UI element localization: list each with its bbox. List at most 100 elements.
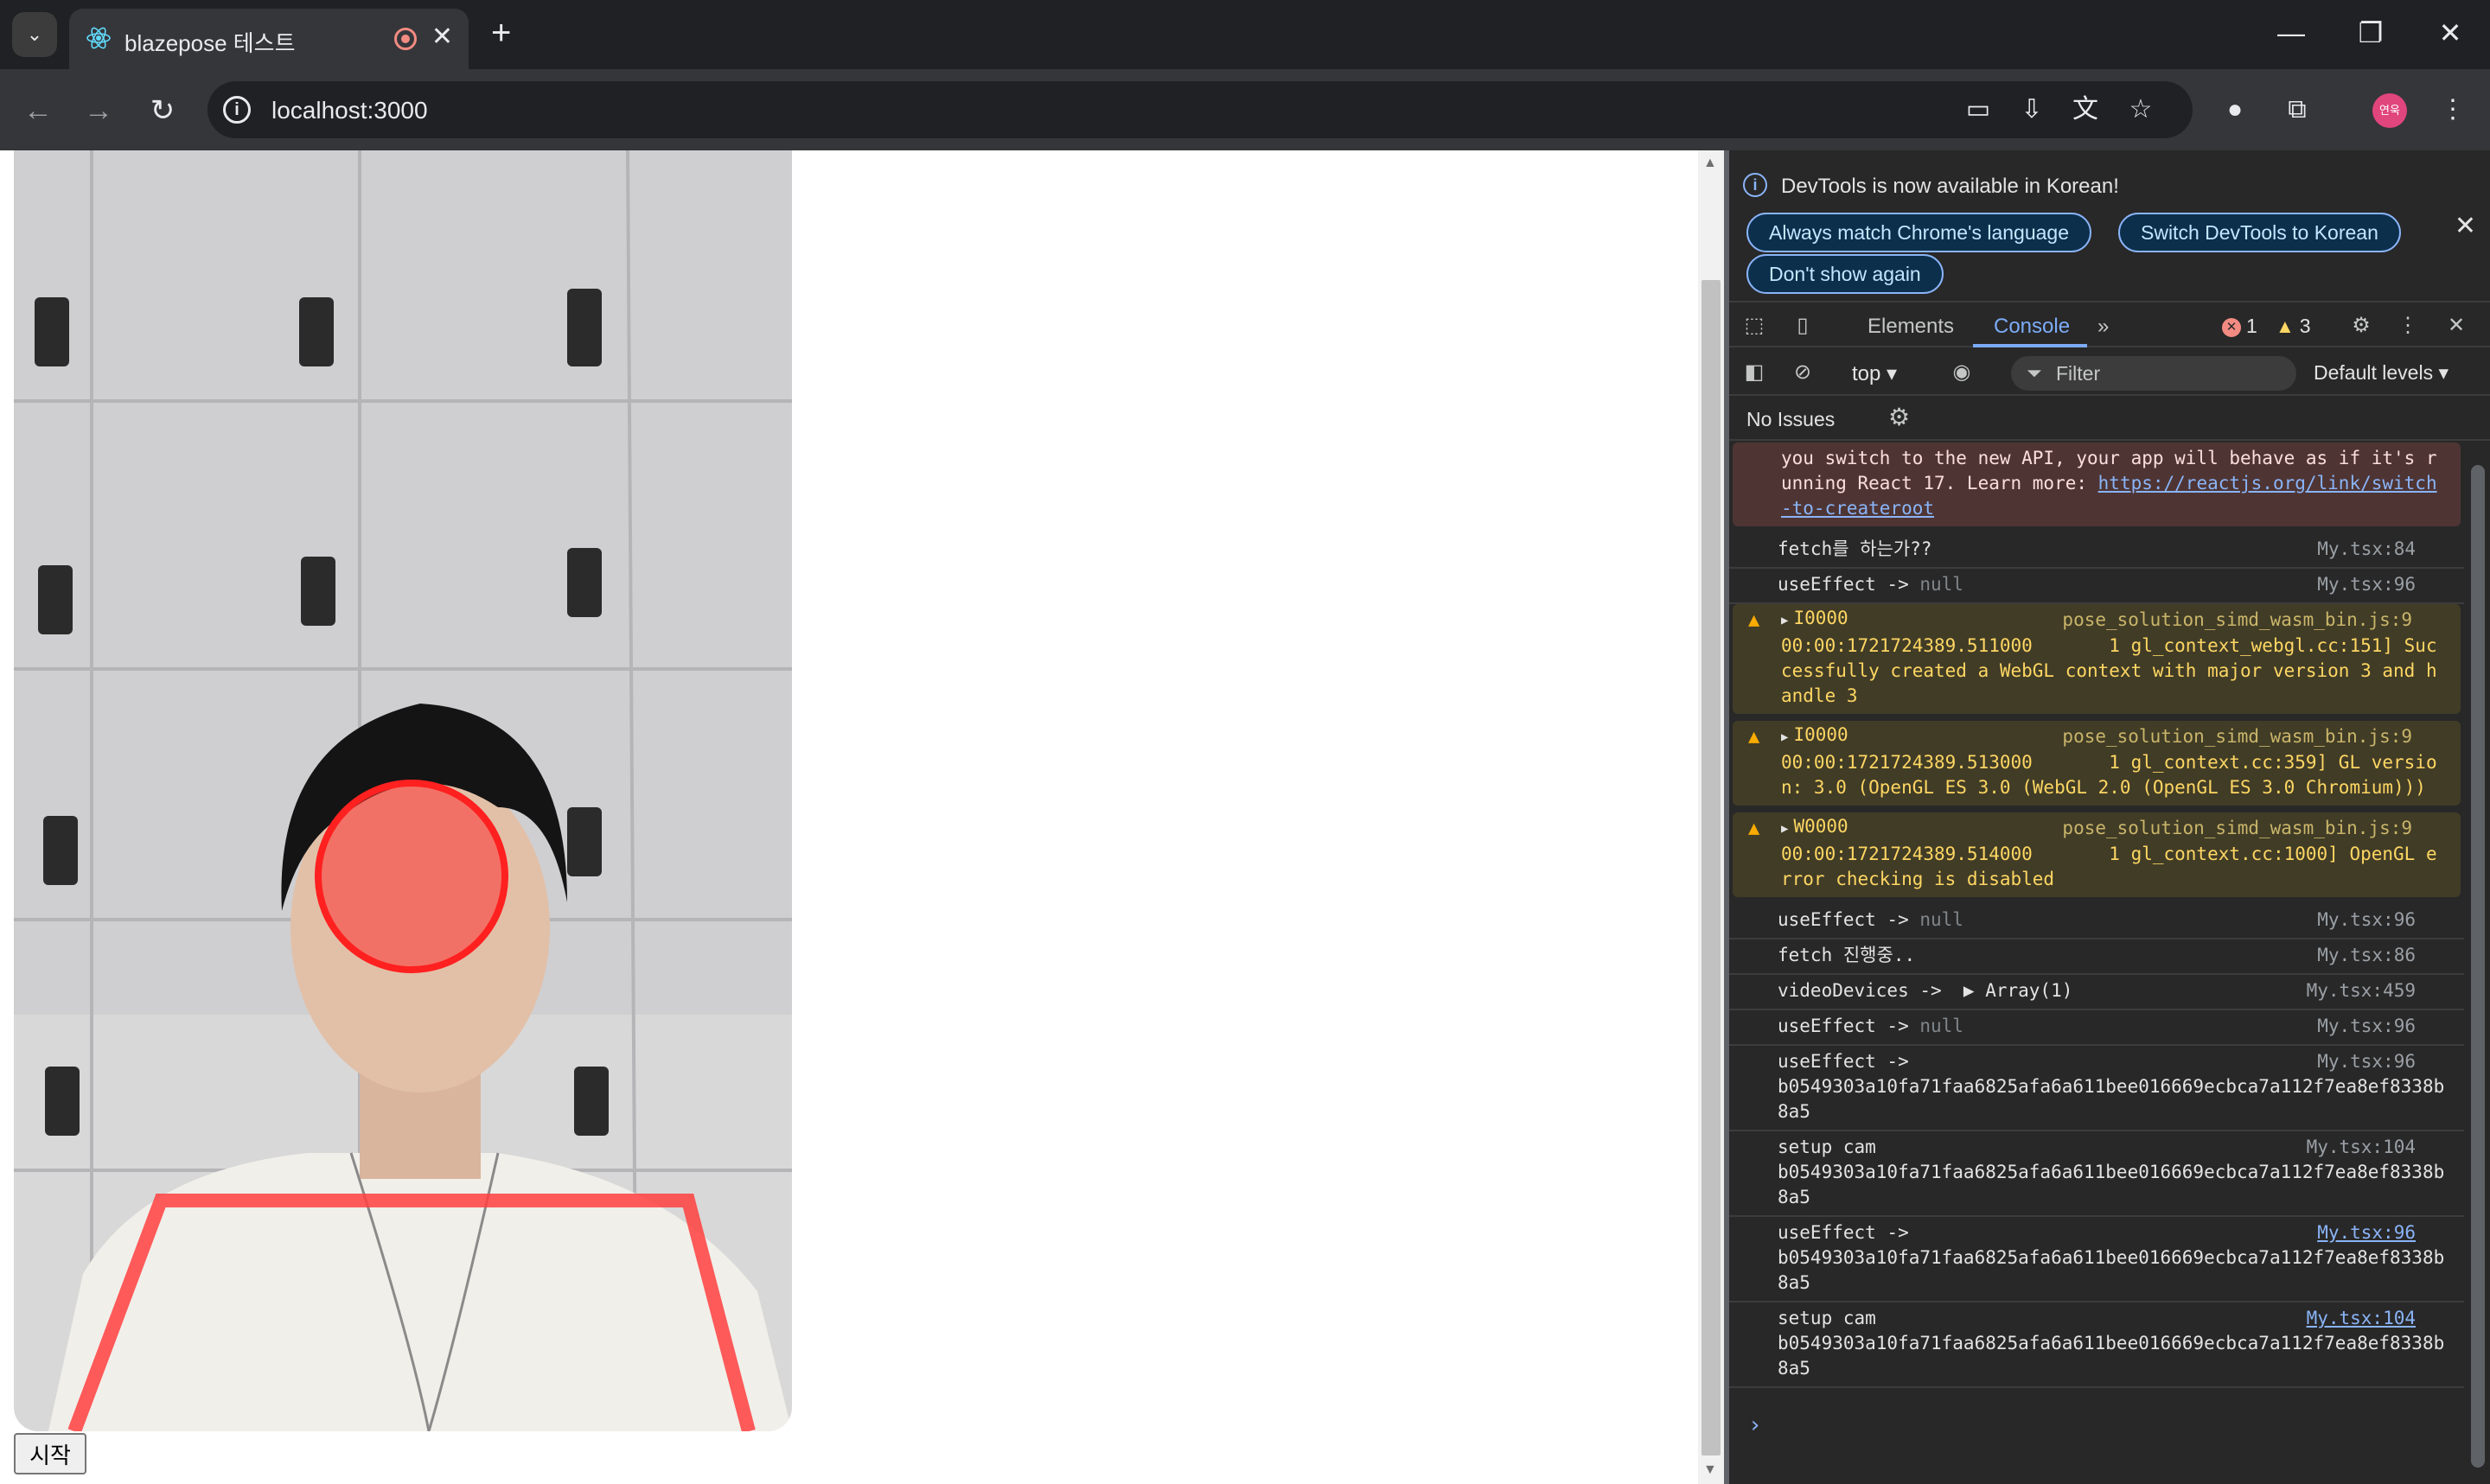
message-source-link[interactable]: pose_solution_simd_wasm_bin.js:9 <box>2062 608 2412 633</box>
filter-placeholder: Filter <box>2056 362 2101 385</box>
expand-triangle-icon[interactable]: ▶ <box>1781 822 1788 836</box>
bookmark-star-icon[interactable]: ☆ <box>2125 94 2156 125</box>
expand-triangle-icon[interactable]: ▶ <box>1781 730 1788 744</box>
tab-console[interactable]: Console <box>1994 315 2070 339</box>
switch-to-korean-button[interactable]: Switch DevTools to Korean <box>2118 213 2401 252</box>
banner-close-icon[interactable]: ✕ <box>2455 211 2476 241</box>
cookie-extension-icon[interactable]: ● <box>2217 92 2253 128</box>
tab-close-icon[interactable]: ✕ <box>431 22 453 52</box>
console-message-log[interactable]: My.tsx:96 useEffect -> null <box>1729 1010 2464 1046</box>
message-source-link[interactable]: My.tsx:104 <box>2307 1306 2416 1331</box>
message-source-link[interactable]: My.tsx:459 <box>2307 978 2416 1003</box>
clear-console-icon[interactable]: ⊘ <box>1790 360 1816 385</box>
null-value: null <box>1919 1016 1963 1036</box>
scroll-down-icon[interactable]: ▼ <box>1703 1462 1717 1478</box>
camera-icon[interactable]: ▭ <box>1963 94 1994 125</box>
page-scrollbar[interactable]: ▲ ▼ <box>1698 150 1724 1484</box>
message-source-link[interactable]: My.tsx:96 <box>2317 1014 2416 1039</box>
start-button[interactable]: 시작 <box>14 1433 86 1474</box>
window-close-button[interactable]: ✕ <box>2424 16 2476 50</box>
filter-icon: ⏷ <box>2027 362 2042 384</box>
warning-count: 3 <box>2299 315 2311 337</box>
log-levels-dropdown[interactable]: Default levels ▾ <box>2314 361 2448 385</box>
forward-button[interactable]: → <box>78 90 119 131</box>
profile-avatar[interactable]: 연욱 <box>2372 93 2407 128</box>
devtools-menu-icon[interactable]: ⋮ <box>2395 313 2421 339</box>
console-message-error[interactable]: you switch to the new API, your app will… <box>1733 443 2461 526</box>
message-text: you switch to the new API, your app will… <box>1781 448 2437 519</box>
console-message-log[interactable]: My.tsx:104 setup cam b0549303a10fa71faa68… <box>1729 1131 2464 1217</box>
message-source-link[interactable]: My.tsx:96 <box>2317 572 2416 597</box>
address-bar[interactable]: i localhost:3000 ▭ ⇩ 文 ☆ <box>208 81 2193 138</box>
extensions-puzzle-icon[interactable]: ⧉ <box>2279 92 2315 128</box>
console-message-warn[interactable]: ▲ pose_solution_simd_wasm_bin.js:9 ▶ I0000 … <box>1733 604 2461 714</box>
console-settings-icon[interactable]: ⚙ <box>1888 403 1910 431</box>
issues-status[interactable]: No Issues <box>1746 408 1835 431</box>
tab-search-button[interactable]: ⌄ <box>12 12 57 57</box>
browser-toolbar: ← → ↻ i localhost:3000 ▭ ⇩ 文 ☆ ● ⧉ 연욱 ⋮ <box>0 69 2490 150</box>
active-tab-indicator <box>1973 344 2087 347</box>
console-message-log[interactable]: My.tsx:104 setup cam b0549303a10fa71faa68… <box>1729 1302 2464 1388</box>
banner-message: DevTools is now available in Korean! <box>1781 175 2119 198</box>
console-message-warn[interactable]: ▲ pose_solution_simd_wasm_bin.js:9 ▶ I0000 … <box>1733 721 2461 806</box>
scroll-up-icon[interactable]: ▲ <box>1703 156 1717 171</box>
minimize-button[interactable]: — <box>2265 16 2317 50</box>
message-source-link[interactable]: My.tsx:104 <box>2307 1135 2416 1160</box>
context-value: top <box>1852 362 1881 385</box>
context-selector[interactable]: top ▾ <box>1852 361 1897 386</box>
console-message-log[interactable]: My.tsx:86 fetch 진행중.. <box>1729 939 2464 975</box>
device-toolbar-icon[interactable]: ▯ <box>1790 313 1816 339</box>
message-source-link[interactable]: My.tsx:86 <box>2317 943 2416 968</box>
url-text[interactable]: localhost:3000 <box>271 97 428 124</box>
expand-triangle-icon[interactable]: ▶ <box>1781 614 1788 627</box>
inspect-element-icon[interactable]: ⬚ <box>1741 313 1767 339</box>
warning-icon: ▲ <box>1748 818 1760 839</box>
console-message-log[interactable]: My.tsx:96 useEffect -> b0549303a10fa71faa… <box>1729 1046 2464 1131</box>
page-scroll-thumb[interactable] <box>1702 280 1721 1455</box>
translate-icon[interactable]: 文 <box>2070 94 2101 125</box>
filter-input[interactable]: ⏷ Filter <box>2011 356 2296 391</box>
sidebar-toggle-icon[interactable]: ◧ <box>1741 360 1767 385</box>
devtools-panel: i DevTools is now available in Korean! A… <box>1729 150 2490 1484</box>
message-source-link[interactable]: My.tsx:84 <box>2317 537 2416 562</box>
back-button[interactable]: ← <box>17 90 59 131</box>
console-message-warn[interactable]: ▲ pose_solution_simd_wasm_bin.js:9 ▶ W0000 … <box>1733 812 2461 897</box>
console-message-log[interactable]: My.tsx:459 videoDevices -> ▶ Array(1) <box>1729 975 2464 1010</box>
tab-title: blazepose 테스트 <box>124 30 296 56</box>
console-prompt[interactable]: › <box>1748 1412 1762 1438</box>
message-source-link[interactable]: My.tsx:96 <box>2317 908 2416 933</box>
devtools-close-icon[interactable]: ✕ <box>2443 313 2469 339</box>
camera-frame <box>14 150 792 1431</box>
console-message-log[interactable]: My.tsx:96 useEffect -> null <box>1729 904 2464 939</box>
live-expression-eye-icon[interactable]: ◉ <box>1949 360 1975 385</box>
console-scroll-thumb[interactable] <box>2471 465 2485 1468</box>
install-app-icon[interactable]: ⇩ <box>2016 94 2047 125</box>
more-tabs-icon[interactable]: » <box>2097 315 2109 339</box>
reload-button[interactable]: ↻ <box>142 90 183 131</box>
error-icon: ✕ <box>2222 317 2241 337</box>
settings-gear-icon[interactable]: ⚙ <box>2348 313 2374 339</box>
warning-icon: ▲ <box>2276 315 2295 337</box>
restore-button[interactable]: ❐ <box>2345 16 2397 50</box>
active-tab[interactable]: blazepose 테스트 ✕ <box>69 9 469 69</box>
console-message-log[interactable]: My.tsx:96 useEffect -> null <box>1729 569 2464 604</box>
message-source-link[interactable]: pose_solution_simd_wasm_bin.js:9 <box>2062 724 2412 749</box>
warning-count-badge[interactable]: ▲ 3 <box>2276 315 2311 338</box>
console-message-log[interactable]: My.tsx:96 useEffect -> b0549303a10fa71faa… <box>1729 1217 2464 1302</box>
browser-window: { "tab": {"title": "blazepose 테스트", "clo… <box>0 0 2490 1484</box>
language-banner: i DevTools is now available in Korean! A… <box>1729 150 2490 297</box>
tab-elements[interactable]: Elements <box>1868 315 1954 339</box>
console-message-log[interactable]: My.tsx:84 fetch를 하는가?? <box>1729 533 2464 569</box>
message-source-link[interactable]: My.tsx:96 <box>2317 1220 2416 1245</box>
console-messages[interactable]: you switch to the new API, your app will… <box>1729 443 2464 1484</box>
console-scrollbar[interactable] <box>2466 443 2490 1484</box>
message-source-link[interactable]: pose_solution_simd_wasm_bin.js:9 <box>2062 816 2412 841</box>
new-tab-button[interactable]: + <box>491 14 511 52</box>
docs-link[interactable]: https://reactjs.org/link/switch-to-creat… <box>1781 473 2437 519</box>
message-source-link[interactable]: My.tsx:96 <box>2317 1049 2416 1074</box>
dont-show-again-button[interactable]: Don't show again <box>1746 254 1944 294</box>
menu-kebab-icon[interactable]: ⋮ <box>2435 92 2471 128</box>
error-count-badge[interactable]: ✕ 1 <box>2222 315 2257 338</box>
site-info-icon[interactable]: i <box>223 96 251 124</box>
always-match-language-button[interactable]: Always match Chrome's language <box>1746 213 2091 252</box>
